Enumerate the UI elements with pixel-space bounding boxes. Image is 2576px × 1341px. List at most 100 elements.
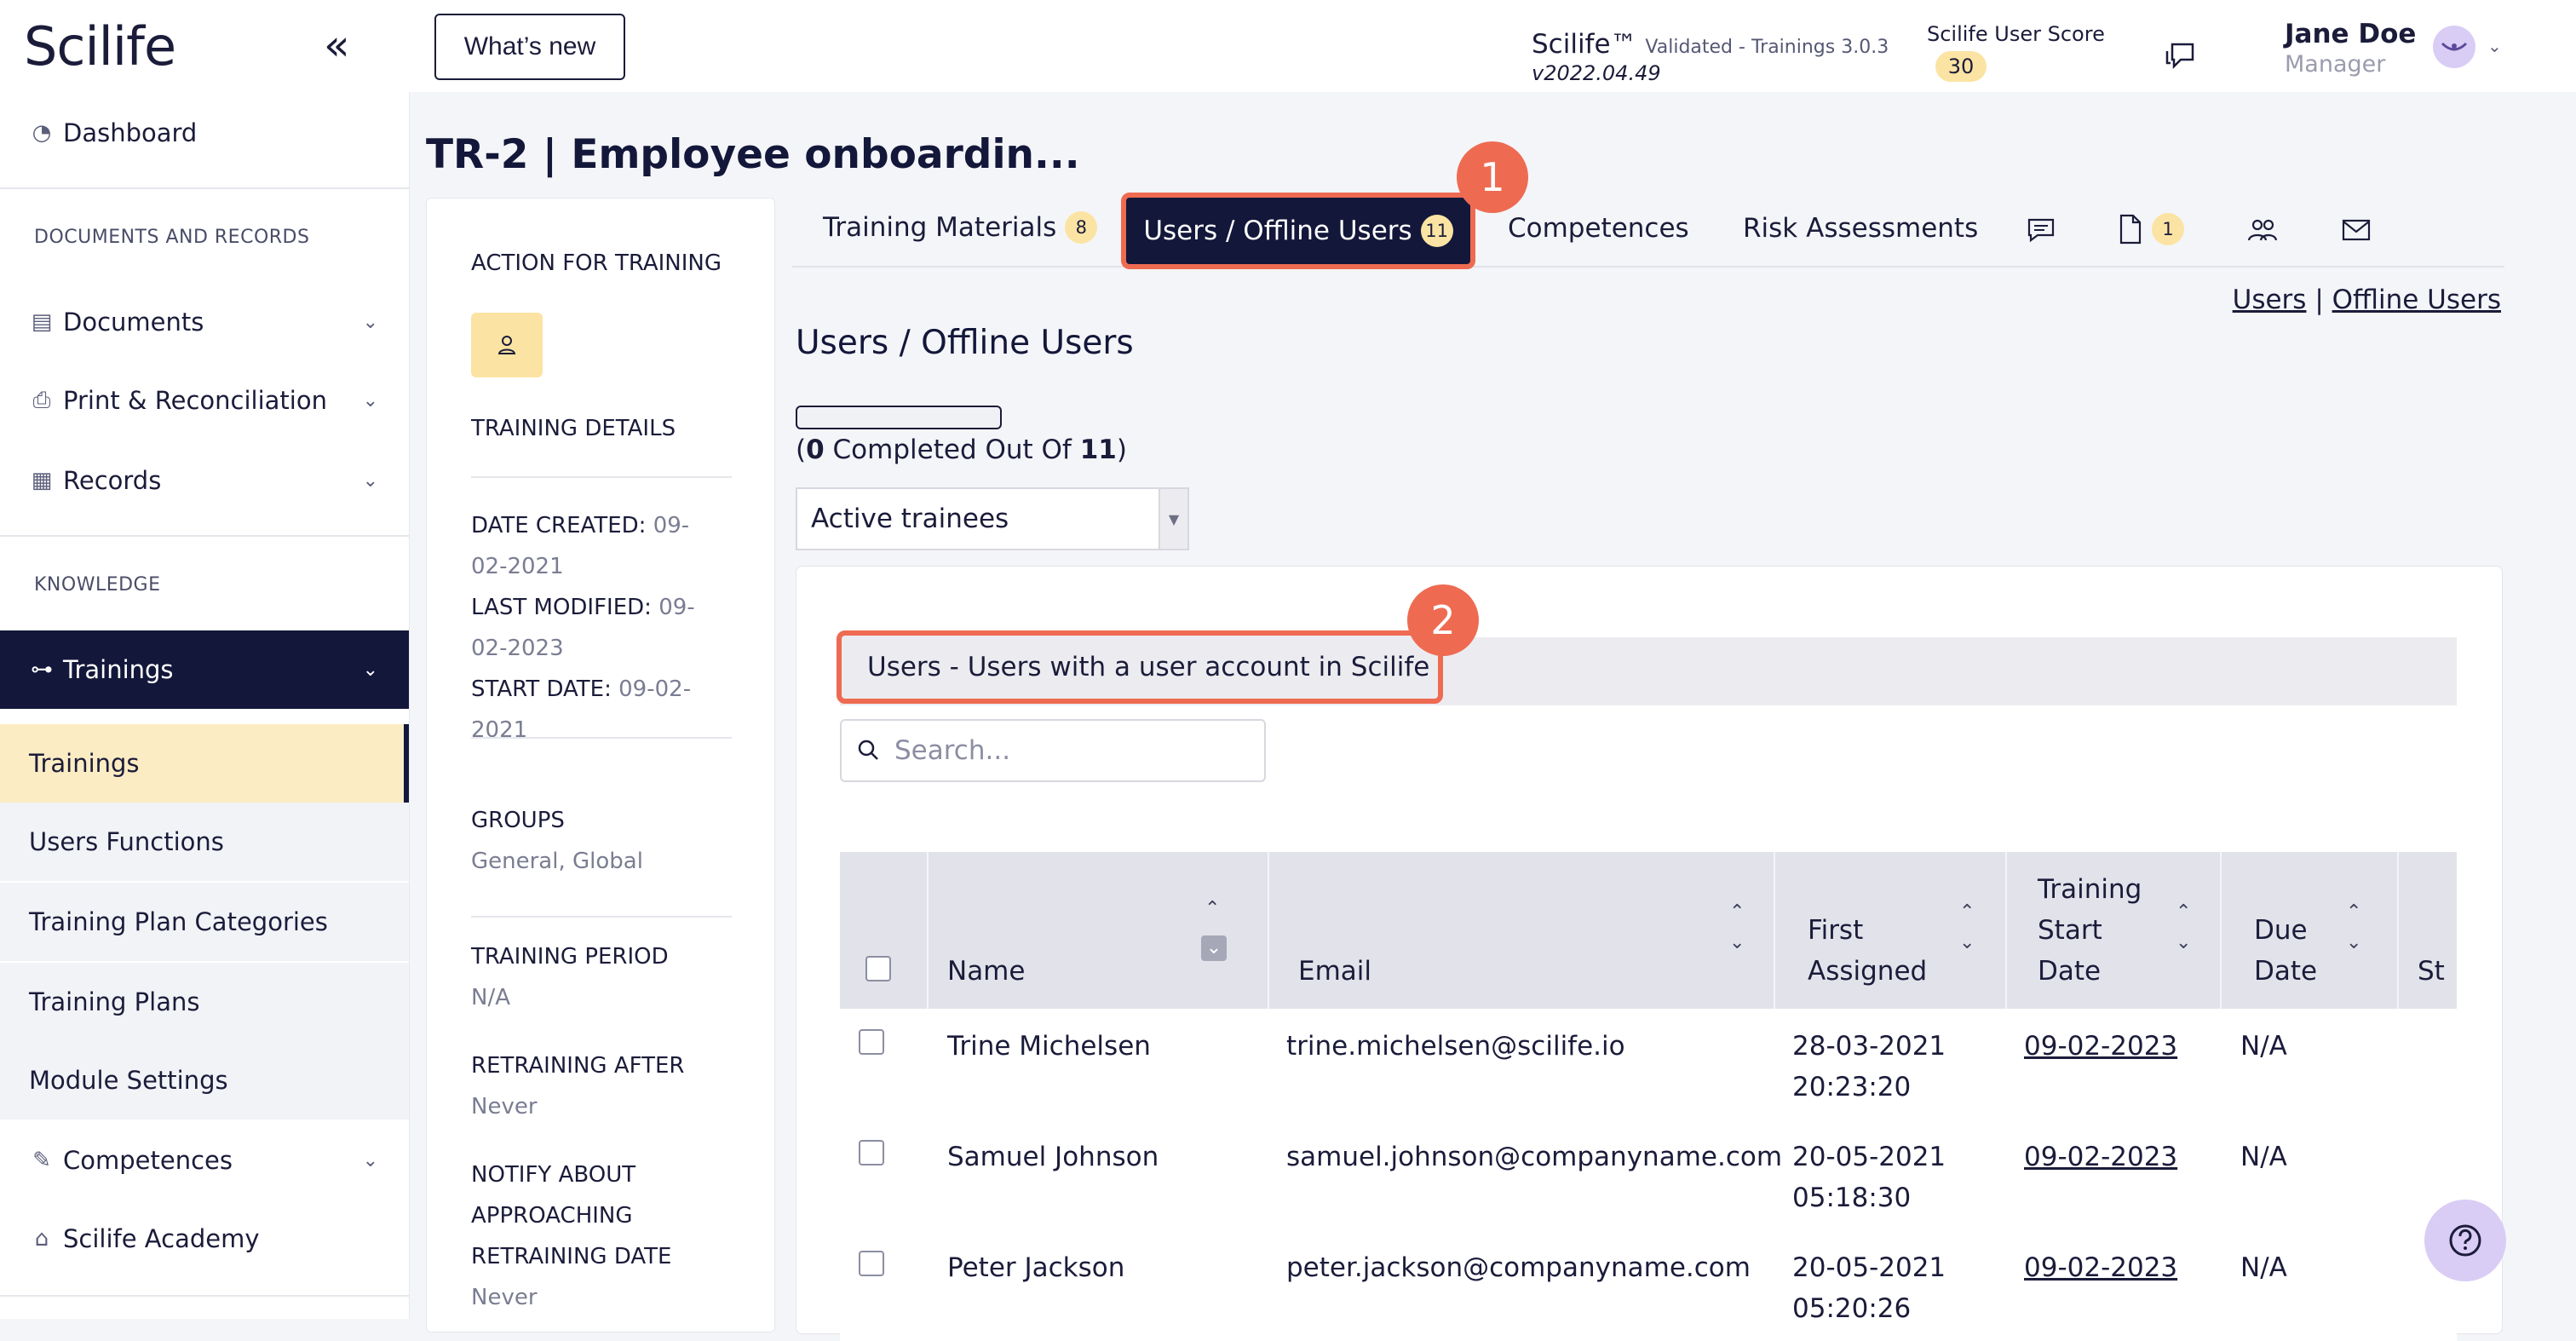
date-created-value: 09- — [653, 513, 690, 538]
details-divider — [471, 916, 732, 918]
sidebar-item-label: Scilife Academy — [63, 1224, 260, 1253]
table-row[interactable]: Samuel Johnson samuel.johnson@companynam… — [840, 1119, 2457, 1232]
user-name[interactable]: Jane Doe — [2285, 19, 2416, 49]
sidebar: Scilife « ◔ Dashboard DOCUMENTS AND RECO… — [0, 0, 410, 1319]
step-marker-1: 1 — [1457, 141, 1528, 213]
user-score-badge: 30 — [1935, 51, 1987, 82]
trainee-filter-select[interactable]: Active trainees ▼ — [796, 487, 1189, 550]
dumbbell-icon: ⊶ — [31, 657, 53, 682]
tab-documents[interactable]: 1 — [2118, 213, 2184, 245]
printer-icon: ⎙ — [32, 387, 51, 413]
sort-asc-icon[interactable]: ⌃ — [1729, 900, 1745, 925]
user-icon — [497, 336, 516, 354]
sidebar-subitem-training-plans[interactable]: Training Plans — [0, 963, 409, 1041]
start-date-value-cont: 2021 — [471, 717, 528, 743]
table-header: Name ⌃ ⌄ Email ⌃ ⌄ First Assigned ⌃ ⌄ Tra… — [840, 852, 2457, 1009]
cell-start-date-link[interactable]: 09-02-2023 — [2024, 1137, 2177, 1177]
sidebar-subitem-module-settings[interactable]: Module Settings — [0, 1041, 409, 1119]
sort-asc-icon[interactable]: ⌃ — [2346, 900, 2361, 925]
tab-email[interactable] — [2341, 218, 2372, 242]
link-separator: | — [2314, 285, 2324, 315]
sort-asc-icon[interactable]: ⌃ — [2176, 900, 2191, 925]
app-logo: Scilife — [24, 15, 176, 78]
sort-desc-icon[interactable]: ⌄ — [1959, 930, 1975, 956]
feedback-icon[interactable] — [2164, 39, 2199, 75]
th-first-assigned[interactable]: First Assigned ⌃ ⌄ — [1775, 852, 2007, 1009]
th-training-start-date[interactable]: Training Start Date ⌃ ⌄ — [2007, 852, 2222, 1009]
users-icon — [2247, 219, 2278, 241]
th-label-line: Due — [2254, 915, 2308, 946]
sidebar-subitem-trainings[interactable]: Trainings — [0, 724, 409, 803]
group-users-header[interactable]: Users - Users with a user account in Sci… — [837, 630, 1443, 704]
sidebar-item-records[interactable]: ▦ Records ⌄ — [0, 446, 409, 515]
th-name[interactable]: Name ⌃ ⌄ — [929, 852, 1269, 1009]
chevron-down-icon: ⌄ — [362, 469, 378, 492]
tab-users-group[interactable] — [2245, 216, 2280, 244]
sidebar-item-dashboard[interactable]: ◔ Dashboard — [0, 99, 409, 167]
th-email[interactable]: Email ⌃ ⌄ — [1269, 852, 1775, 1009]
sidebar-item-print[interactable]: ⎙ Print & Reconciliation ⌄ — [0, 366, 409, 435]
sort-desc-icon[interactable]: ⌄ — [1729, 930, 1745, 956]
tab-users-offline-users[interactable]: Users / Offline Users 11 — [1121, 193, 1475, 269]
row-checkbox[interactable] — [859, 1251, 884, 1276]
action-user-button[interactable] — [471, 313, 543, 377]
sidebar-item-label: Trainings — [63, 655, 174, 684]
assigned-date: 20-05-2021 — [1792, 1142, 1946, 1172]
sort-asc-icon[interactable]: ⌃ — [1205, 896, 1220, 922]
groups: GROUPS General, Global — [471, 800, 643, 882]
sidebar-item-competences[interactable]: ✎ Competences ⌄ — [0, 1126, 409, 1194]
chevron-down-icon: ⌄ — [362, 311, 378, 333]
table-row[interactable]: Peter Jackson peter.jackson@companyname.… — [840, 1230, 2457, 1341]
th-label: Training Start Date — [2038, 869, 2142, 992]
cell-start-date-link[interactable]: 09-02-2023 — [2024, 1026, 2177, 1067]
collapse-sidebar-icon[interactable]: « — [324, 20, 350, 70]
search-input[interactable] — [893, 734, 1254, 767]
avatar[interactable] — [2433, 26, 2475, 68]
sidebar-subitem-plan-categories[interactable]: Training Plan Categories — [0, 883, 409, 961]
th-label: Email — [1298, 956, 1372, 987]
user-menu-chevron-icon[interactable]: ⌄ — [2487, 36, 2502, 56]
row-checkbox[interactable] — [859, 1029, 884, 1055]
th-select — [840, 852, 929, 1009]
sort-asc-icon[interactable]: ⌃ — [1959, 900, 1975, 925]
tab-comments[interactable] — [2026, 216, 2056, 244]
sidebar-item-academy[interactable]: ⌂ Scilife Academy — [0, 1205, 409, 1273]
total-count: 11 — [1079, 435, 1117, 465]
tab-competences[interactable]: Competences — [1508, 213, 1689, 244]
th-due-date[interactable]: Due Date ⌃ ⌄ — [2222, 852, 2399, 1009]
cell-email: peter.jackson@companyname.com — [1286, 1252, 1751, 1283]
tab-risk-assessments[interactable]: Risk Assessments — [1743, 213, 1978, 244]
page-title: TR-2 | Employee onboardin... — [426, 131, 1080, 178]
users-link[interactable]: Users — [2233, 285, 2307, 315]
th-status[interactable]: St — [2399, 852, 2457, 1009]
whats-new-button[interactable]: What’s new — [434, 14, 625, 80]
app-name: Scilife™ Validated - Trainings 3.0.3 — [1532, 29, 1889, 60]
user-role: Manager — [2285, 51, 2386, 78]
sidebar-item-trainings[interactable]: ⊶ Trainings ⌄ — [0, 630, 409, 709]
sort-desc-icon[interactable]: ⌄ — [2346, 930, 2361, 956]
training-period-value: N/A — [471, 985, 510, 1010]
date-created-label: DATE CREATED: — [471, 513, 647, 538]
row-checkbox[interactable] — [859, 1140, 884, 1165]
cell-start-date-link[interactable]: 09-02-2023 — [2024, 1247, 2177, 1288]
th-label-line: Date — [2254, 956, 2318, 987]
select-all-checkbox[interactable] — [865, 956, 891, 981]
sidebar-item-documents[interactable]: ▤ Documents ⌄ — [0, 288, 409, 356]
app-version: v2022.04.49 — [1532, 61, 1661, 85]
offline-users-link[interactable]: Offline Users — [2332, 285, 2501, 315]
sidebar-item-label: Print & Reconciliation — [63, 386, 327, 415]
search-field[interactable] — [840, 719, 1266, 782]
dropdown-arrow-icon[interactable]: ▼ — [1159, 489, 1187, 549]
competence-icon: ✎ — [32, 1148, 51, 1173]
th-label-line: Training — [2038, 874, 2142, 905]
th-label-line: Assigned — [1808, 956, 1928, 987]
sidebar-item-label: Records — [63, 466, 162, 495]
table-row[interactable]: Trine Michelsen trine.michelsen@scilife.… — [840, 1009, 2457, 1121]
sidebar-subitem-users-functions[interactable]: Users Functions — [0, 803, 409, 881]
help-button[interactable] — [2424, 1200, 2506, 1281]
tab-training-materials[interactable]: Training Materials 8 — [823, 211, 1098, 244]
sort-desc-active-icon[interactable]: ⌄ — [1201, 935, 1227, 961]
chevron-down-icon: ⌄ — [362, 1149, 378, 1171]
notify-retraining: NOTIFY ABOUT APPROACHING RETRAINING DATE… — [471, 1154, 671, 1318]
sort-desc-icon[interactable]: ⌄ — [2176, 930, 2191, 956]
